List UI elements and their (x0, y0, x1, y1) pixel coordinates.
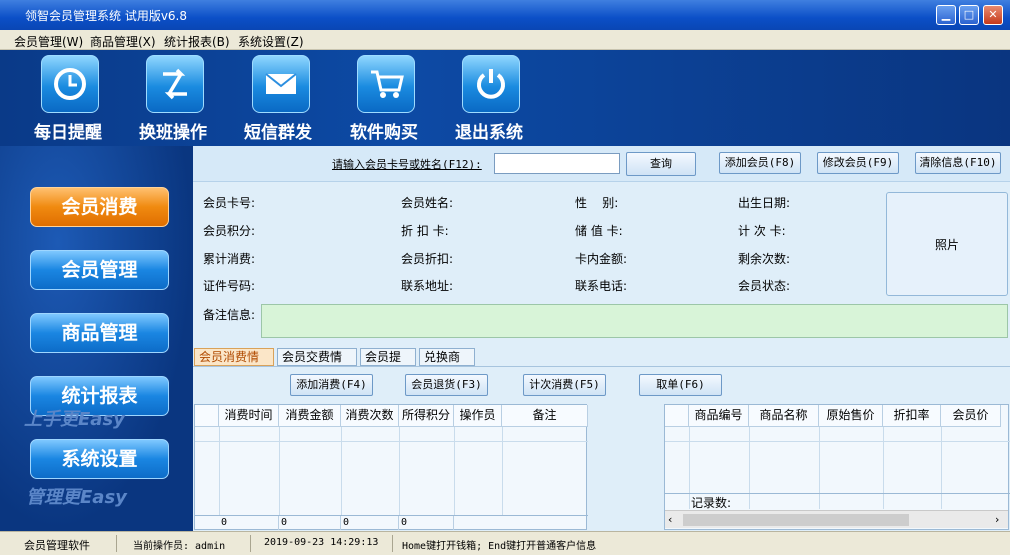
field-phone: 联系电话: (575, 279, 628, 293)
status-bar: 会员管理软件 当前操作员: admin 2019-09-23 14:29:13 … (0, 531, 1010, 555)
field-total: 累计消费: (203, 252, 256, 266)
search-input[interactable] (494, 153, 620, 174)
query-button[interactable]: 查询 (626, 152, 696, 176)
nav-settings[interactable]: 系统设置 (30, 439, 169, 479)
field-birthday: 出生日期: (738, 196, 791, 210)
window-title: 领智会员管理系统 试用版v6.8 (25, 9, 188, 23)
tab-body: 添加消费(F4) 会员退货(F3) 计次消费(F5) 取单(F6) 消费时间 消… (193, 366, 1010, 531)
field-stored-card: 储 值 卡: (575, 224, 623, 238)
product-table[interactable]: 商品编号 商品名称 原始售价 折扣率 会员价 记录数: ‹ › (664, 404, 1010, 530)
row-header-corner (665, 405, 689, 427)
toolbar-buy[interactable]: 软件购买 (350, 118, 418, 143)
status-app: 会员管理软件 (24, 539, 90, 552)
field-count-card: 计 次 卡: (738, 224, 786, 238)
menu-product[interactable]: 商品管理(X) (90, 33, 156, 50)
col-consume-count[interactable]: 消费次数 (341, 405, 399, 427)
menu-bar: 会员管理(W) 商品管理(X) 统计报表(B) 系统设置(Z) (0, 30, 1010, 50)
field-id-no: 证件号码: (203, 279, 256, 293)
maximize-icon[interactable]: □ (959, 5, 979, 25)
total-count: 0 (341, 516, 399, 530)
total-points: 0 (399, 516, 454, 530)
field-address: 联系地址: (401, 279, 454, 293)
envelope-icon[interactable] (252, 55, 310, 113)
status-hint: Home键打开钱箱; End键打开普通客户信息 (402, 541, 597, 552)
count-consume-button[interactable]: 计次消费(F5) (523, 374, 606, 396)
field-card-no: 会员卡号: (203, 196, 256, 210)
nav-product-manage[interactable]: 商品管理 (30, 313, 169, 353)
row-header-corner (195, 405, 219, 427)
toolbar-shift[interactable]: 换班操作 (139, 118, 207, 143)
photo-label: 照片 (934, 237, 959, 252)
col-points[interactable]: 所得积分 (399, 405, 454, 427)
tab-reminder[interactable]: 会员提醒 (360, 348, 416, 380)
nav-member-manage[interactable]: 会员管理 (30, 250, 169, 290)
scroll-thumb[interactable] (683, 514, 909, 526)
field-status: 会员状态: (738, 279, 791, 293)
clock-icon[interactable] (41, 55, 99, 113)
field-name: 会员姓名: (401, 196, 454, 210)
menu-member[interactable]: 会员管理(W) (14, 33, 83, 50)
add-consume-button[interactable]: 添加消费(F4) (290, 374, 373, 396)
tab-exchange[interactable]: 兑换商品 (419, 348, 475, 380)
photo-box: 照片 (886, 192, 1008, 296)
clear-info-button[interactable]: 清除信息(F10) (915, 152, 1001, 174)
field-discount-card: 折 扣 卡: (401, 224, 449, 238)
return-button[interactable]: 会员退货(F3) (405, 374, 488, 396)
col-operator[interactable]: 操作员 (454, 405, 502, 427)
minimize-icon[interactable]: ▁ (936, 5, 956, 25)
tab-consume[interactable]: 会员消费情况 (194, 348, 274, 380)
total-consume-time: 0 (219, 516, 279, 530)
col-product-name[interactable]: 商品名称 (749, 405, 819, 427)
toolbar-exit[interactable]: 退出系统 (455, 118, 523, 143)
col-consume-time[interactable]: 消费时间 (219, 405, 279, 427)
records-label: 记录数: (691, 496, 732, 510)
add-member-button[interactable]: 添加会员(F8) (719, 152, 801, 174)
slogan-line2: 管理更Easy (26, 487, 127, 508)
cart-icon[interactable] (357, 55, 415, 113)
menu-report[interactable]: 统计报表(B) (164, 33, 230, 50)
horizontal-scrollbar[interactable]: ‹ › (665, 510, 1008, 528)
search-bar: 请输入会员卡号或姓名(F12): 查询 添加会员(F8) 修改会员(F9) 清除… (193, 146, 1010, 182)
title-bar: 领智会员管理系统 试用版v6.8 ▁ □ ✕ (0, 0, 1010, 30)
scroll-right-icon[interactable]: › (995, 513, 999, 526)
field-gender: 性 别: (575, 196, 619, 210)
search-label: 请输入会员卡号或姓名(F12): (332, 158, 482, 171)
nav-member-consume[interactable]: 会员消费 (30, 187, 169, 227)
swap-icon[interactable] (146, 55, 204, 113)
power-icon[interactable] (462, 55, 520, 113)
col-member-price[interactable]: 会员价 (941, 405, 1001, 427)
edit-member-button[interactable]: 修改会员(F9) (817, 152, 899, 174)
field-remaining: 剩余次数: (738, 252, 791, 266)
status-operator: 当前操作员: admin (133, 541, 226, 552)
remark-field[interactable] (261, 304, 1008, 338)
menu-settings[interactable]: 系统设置(Z) (238, 33, 304, 50)
field-card-balance: 卡内金额: (575, 252, 628, 266)
toolbar-daily-reminder[interactable]: 每日提醒 (34, 118, 102, 143)
consume-table[interactable]: 消费时间 消费金额 消费次数 所得积分 操作员 备注 0 0 0 0 (194, 404, 588, 530)
col-discount-rate[interactable]: 折扣率 (883, 405, 941, 427)
main-panel: 请输入会员卡号或姓名(F12): 查询 添加会员(F8) 修改会员(F9) 清除… (193, 146, 1010, 531)
toolbar-sms[interactable]: 短信群发 (244, 118, 312, 143)
tab-payment[interactable]: 会员交费情况 (277, 348, 357, 380)
scroll-left-icon[interactable]: ‹ (668, 513, 672, 526)
slogan-line1: 上手更Easy (24, 409, 125, 430)
col-consume-amount[interactable]: 消费金额 (279, 405, 341, 427)
col-remark[interactable]: 备注 (502, 405, 588, 427)
field-member-discount: 会员折扣: (401, 252, 454, 266)
total-amount: 0 (279, 516, 341, 530)
status-datetime: 2019-09-23 14:29:13 (264, 537, 379, 548)
field-points: 会员积分: (203, 224, 256, 238)
col-original-price[interactable]: 原始售价 (819, 405, 883, 427)
field-remark: 备注信息: (203, 308, 256, 322)
col-product-no[interactable]: 商品编号 (689, 405, 749, 427)
close-icon[interactable]: ✕ (983, 5, 1003, 25)
cancel-order-button[interactable]: 取单(F6) (639, 374, 722, 396)
